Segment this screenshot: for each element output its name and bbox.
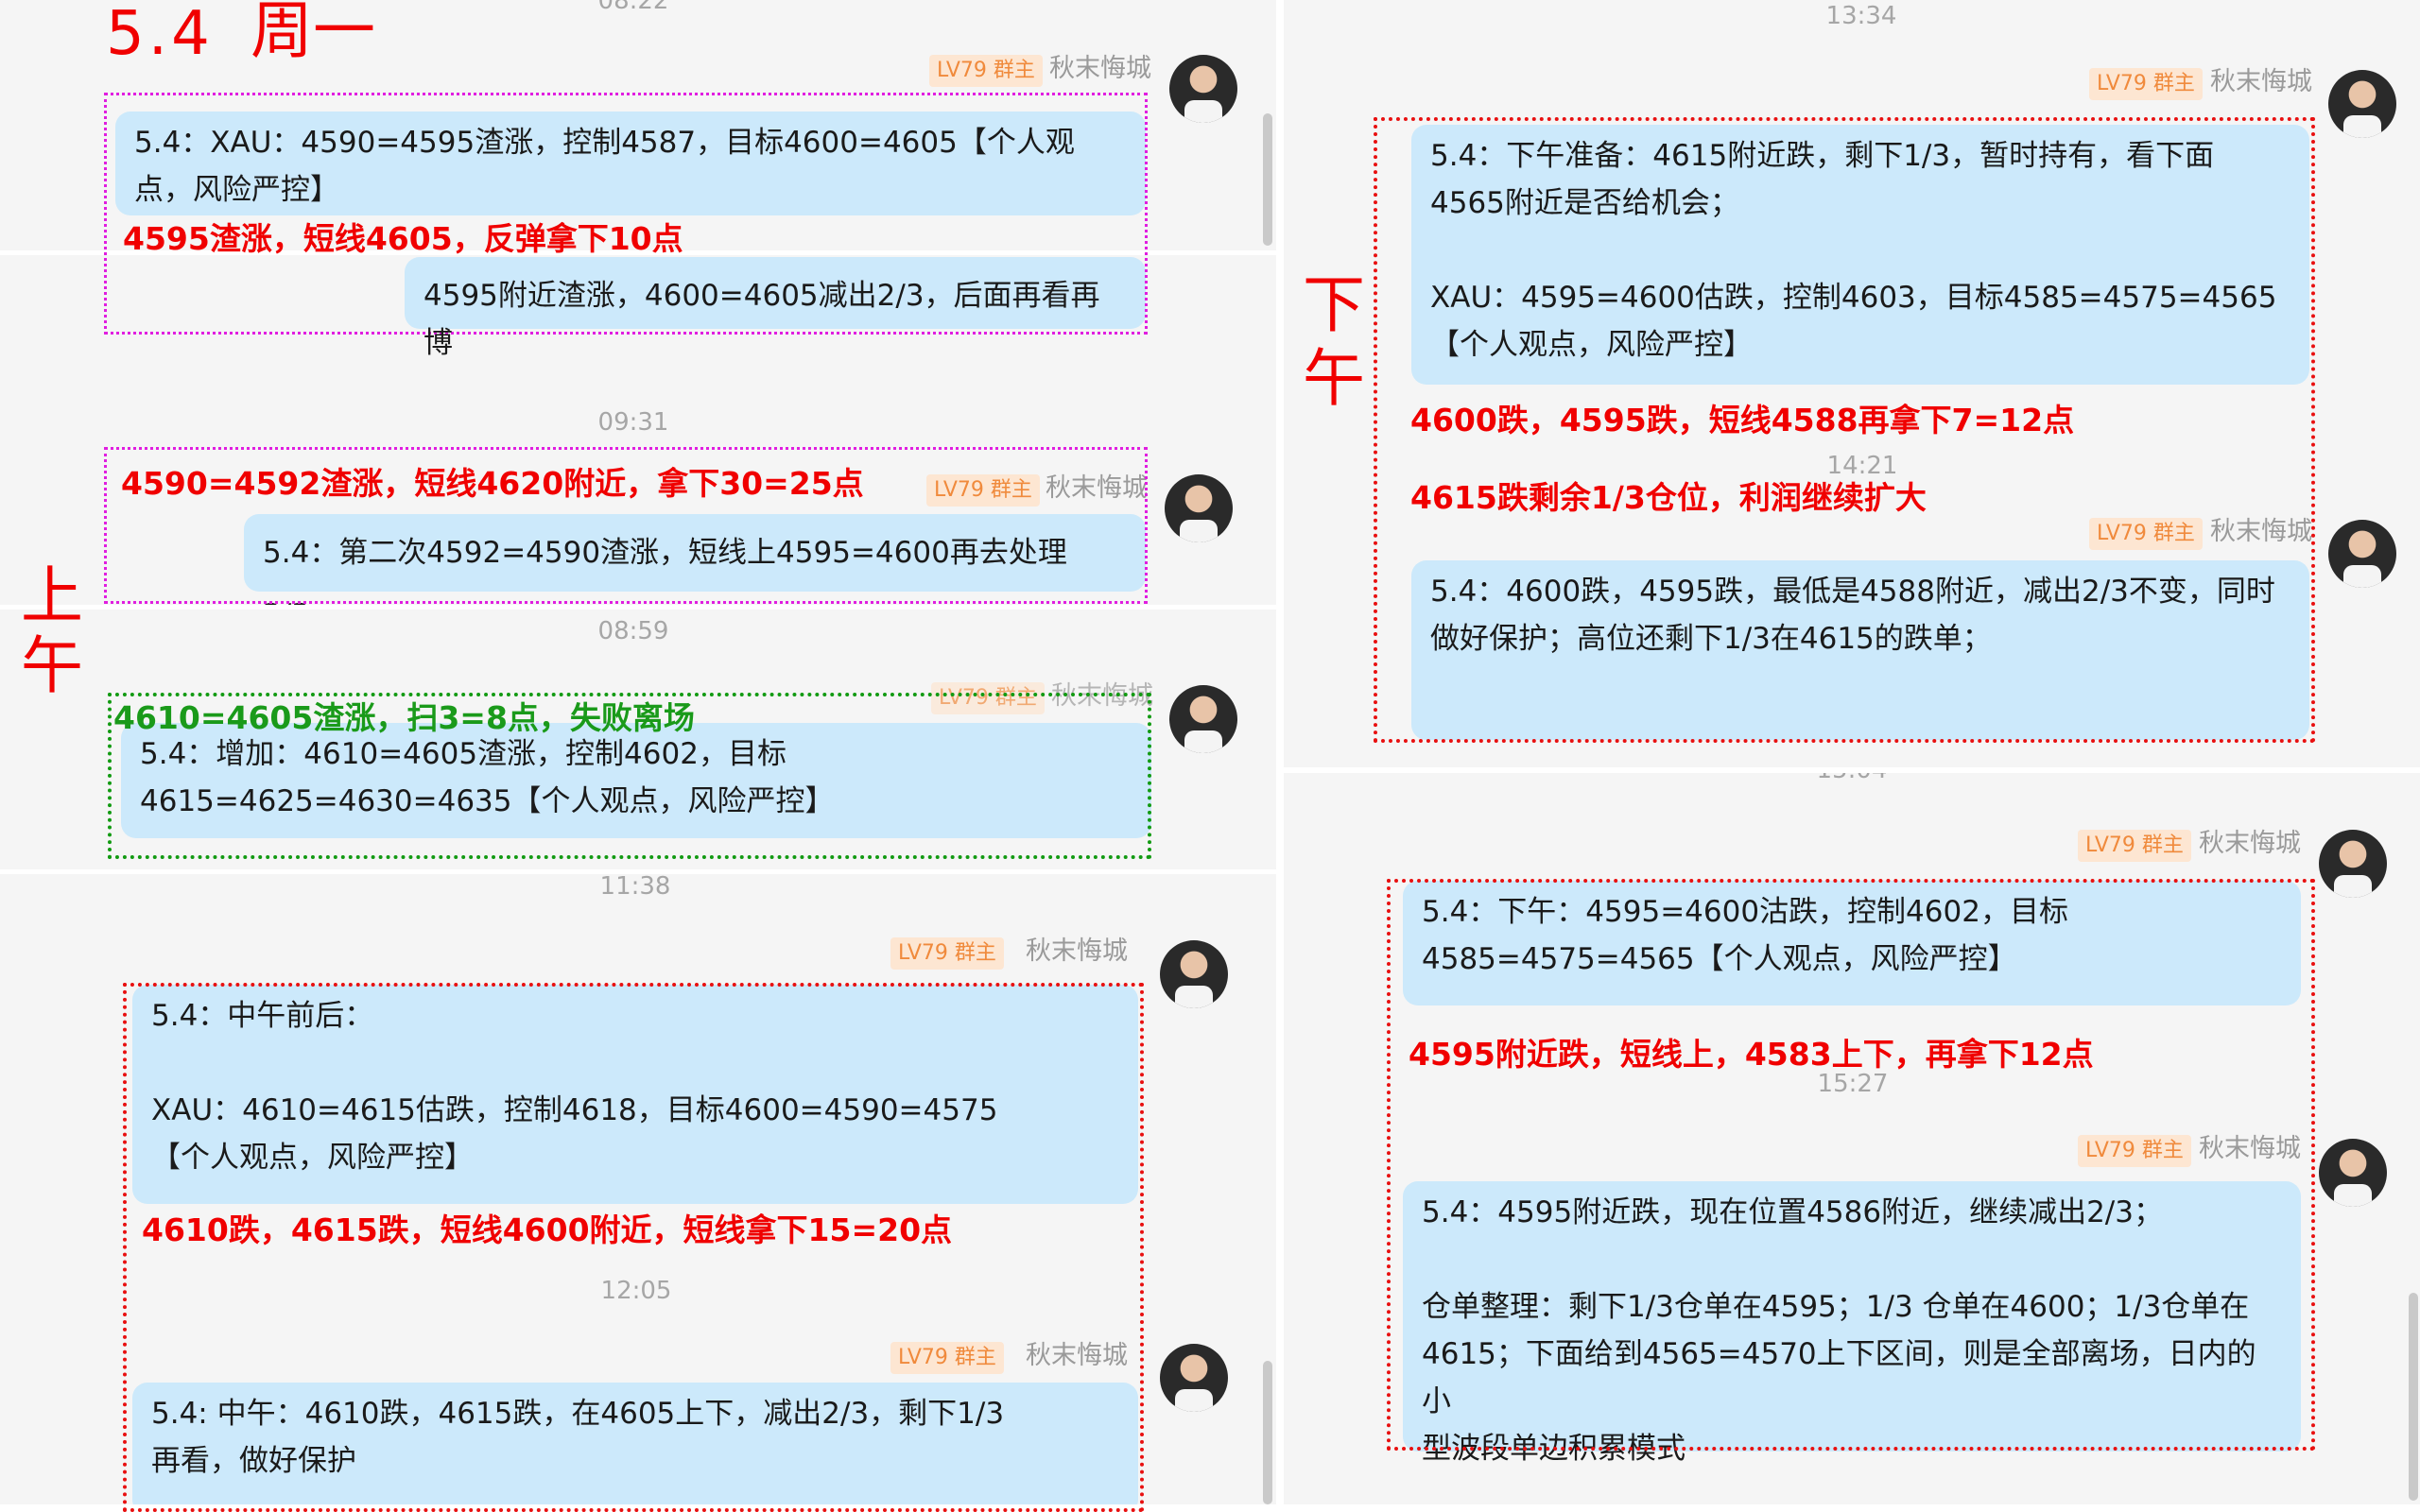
result-note: 4590=4592渣涨，短线4620附近，拿下30=25点 <box>121 465 864 502</box>
user-badge: LV79 群主 <box>929 55 1043 87</box>
result-note: 4615跌剩余1/3仓位，利润继续扩大 <box>1410 479 1927 516</box>
timestamp: 08:22 <box>597 0 669 15</box>
result-note: 4600跌，4595跌，短线4588再拿下7=12点 <box>1410 402 2075 438</box>
timestamp: 11:38 <box>599 874 671 901</box>
timestamp: 15:04 <box>1757 773 1946 784</box>
avatar[interactable] <box>1160 1344 1228 1412</box>
date-heading: 5.4 <box>106 0 214 69</box>
timestamp: 13:34 <box>1825 2 1897 30</box>
user-name[interactable]: 秋末悔城 <box>2210 66 2312 98</box>
avatar[interactable] <box>2319 830 2387 898</box>
reply-bubble-text: 4595附近渣涨，4600=4605减出2/3，后面再看再博 <box>424 279 1100 360</box>
scrollbar[interactable] <box>1263 1361 1272 1504</box>
result-note: 4595附近跌，短线上，4583上下，再拿下12点 <box>1409 1036 2094 1073</box>
user-name[interactable]: 秋末悔城 <box>1026 936 1128 968</box>
result-note: 4610=4605渣涨，扫3=8点，失败离场 <box>113 699 695 736</box>
scrollbar[interactable] <box>1263 113 1272 246</box>
side-label-afternoon-1: 下 <box>1303 268 1365 341</box>
avatar[interactable] <box>2328 520 2396 588</box>
result-note: 4610跌，4615跌，短线4600附近，短线拿下15=20点 <box>142 1211 953 1248</box>
avatar[interactable] <box>2328 70 2396 138</box>
user-name[interactable]: 秋末悔城 <box>2199 828 2301 860</box>
avatar[interactable] <box>2319 1139 2387 1207</box>
highlight-box-red <box>1387 879 2315 1451</box>
avatar[interactable] <box>1160 940 1228 1008</box>
result-note: 4595渣涨，短线4605，反弹拿下10点 <box>123 220 683 257</box>
weekday-heading: 周一 <box>251 0 375 67</box>
user-badge: LV79 群主 <box>890 937 1004 970</box>
user-name[interactable]: 秋末悔城 <box>1049 53 1151 85</box>
side-label-afternoon-2: 午 <box>1303 342 1365 415</box>
side-label-morning-2: 午 <box>21 629 83 702</box>
avatar[interactable] <box>1169 55 1237 123</box>
avatar[interactable] <box>1169 685 1237 753</box>
scrollbar[interactable] <box>2409 1293 2418 1501</box>
side-label-morning-1: 上 <box>21 559 83 632</box>
user-badge: LV79 群主 <box>2089 68 2203 100</box>
user-badge: LV79 群主 <box>2078 830 2191 862</box>
timestamp: 09:31 <box>597 408 669 437</box>
timestamp: 08:59 <box>597 617 669 645</box>
avatar[interactable] <box>1165 474 1233 542</box>
